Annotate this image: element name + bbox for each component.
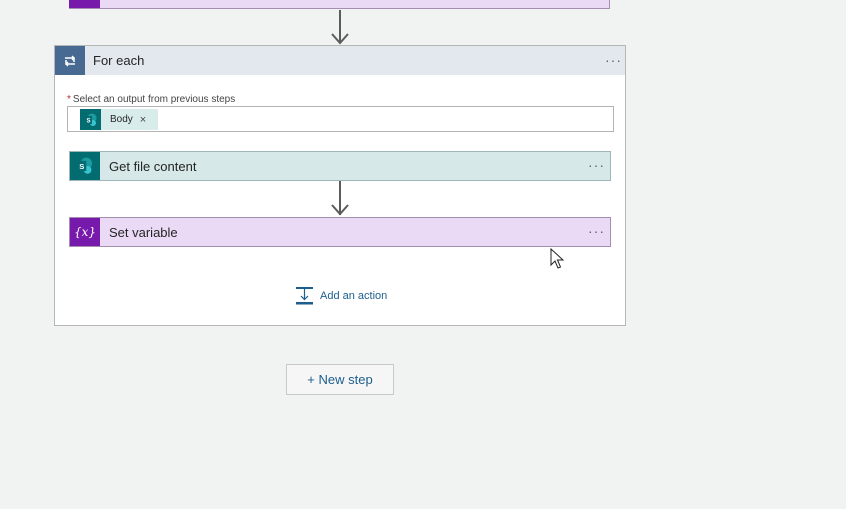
previous-variable-card[interactable] [69, 0, 610, 9]
inner-connector-arrow [331, 204, 349, 216]
sharepoint-icon: S [80, 109, 101, 130]
connector-arrow [331, 33, 349, 45]
get-file-content-more-icon[interactable]: ··· [588, 157, 605, 173]
svg-text:S: S [86, 118, 90, 124]
get-file-content-card[interactable]: S Get file content ··· [69, 151, 611, 181]
variable-icon: {x} [70, 218, 100, 246]
svg-text:S: S [79, 162, 84, 171]
set-variable-more-icon[interactable]: ··· [588, 223, 605, 239]
get-file-content-title: Get file content [109, 159, 197, 174]
mouse-cursor-icon [550, 248, 564, 269]
required-marker: * [67, 94, 71, 105]
set-variable-title: Set variable [109, 225, 178, 240]
variable-icon [69, 0, 100, 8]
body-token-label: Body [110, 114, 133, 125]
sharepoint-icon: S [70, 152, 100, 180]
foreach-more-icon[interactable]: ··· [605, 52, 622, 68]
select-output-label-text: Select an output from previous steps [72, 94, 236, 105]
select-output-label: * Select an output from previous steps [67, 94, 235, 105]
set-variable-card[interactable]: {x} Set variable ··· [69, 217, 611, 247]
select-output-input[interactable]: S Body × [67, 106, 614, 132]
add-action-icon [296, 287, 313, 305]
remove-token-icon[interactable]: × [140, 114, 146, 126]
add-action-button[interactable]: Add an action [295, 286, 387, 305]
add-action-label: Add an action [320, 289, 388, 302]
foreach-title: For each [93, 53, 145, 68]
body-token[interactable]: S Body × [80, 109, 158, 130]
loop-icon [55, 46, 85, 75]
foreach-header[interactable]: For each ··· [55, 46, 625, 75]
new-step-button[interactable]: + New step [286, 364, 394, 395]
foreach-container: For each ··· * Select an output from prev… [54, 45, 626, 326]
